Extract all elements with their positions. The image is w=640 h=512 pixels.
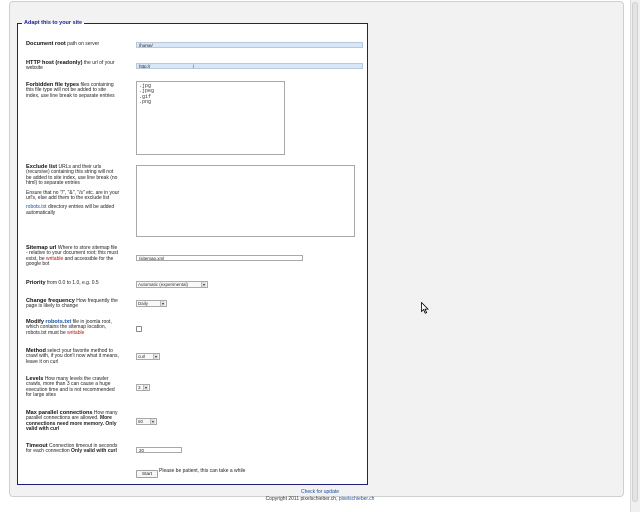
parallel-select[interactable]: 50 ▼ <box>136 418 157 425</box>
footer: Check for update <box>0 489 640 495</box>
exclude-help-2: Ensure that no "/", "&", "/s" etc. are i… <box>26 189 120 202</box>
forbidden-textarea[interactable]: .jpg .jpeg .gif .png <box>136 81 285 155</box>
changefreq-select[interactable]: Daily ▼ <box>136 300 167 307</box>
forbidden-description: Forbidden file types files containing th… <box>26 82 120 99</box>
check-update-link[interactable]: Check for update <box>301 489 339 495</box>
method-description: Method select your favorite method to cr… <box>26 348 120 365</box>
modify-description: Modify robots.txt file in joomla root, w… <box>26 319 120 336</box>
priority-selected: Automatic (experimental) <box>138 282 189 287</box>
changefreq-selected: Daily <box>138 301 149 306</box>
timeout-help-bold: Only valid with curl <box>71 448 117 455</box>
priority-description: Priority from 0.0 to 1.0, e.g. 0.5 <box>26 280 120 286</box>
exclude-description: Exclude list URLs and their urls (recurs… <box>26 164 120 216</box>
levels-select[interactable]: 3 ▼ <box>136 384 150 391</box>
priority-help: from 0.0 to 1.0, e.g. 0.5 <box>46 280 99 286</box>
changefreq-description: Change frequency How frequently the page… <box>26 298 120 310</box>
exclude-help-3: robots.txt directory entries will be add… <box>26 205 120 216</box>
mouse-pointer-icon <box>421 302 429 314</box>
parallel-selected: 50 <box>138 419 144 424</box>
host-input[interactable] <box>136 63 363 69</box>
modify-checkbox[interactable] <box>136 326 142 332</box>
parallel-description: Max parallel connections How many parall… <box>26 410 120 433</box>
site-link[interactable]: pixelschieber.ch <box>339 496 375 502</box>
sitemap-description: Sitemap url Where to store sitemap file … <box>26 245 120 268</box>
exclude-textarea[interactable] <box>136 165 355 237</box>
docroot-help: path on server <box>67 41 100 47</box>
scrollbar-thumb[interactable] <box>632 2 638 502</box>
chevron-down-icon: ▼ <box>143 385 148 390</box>
docroot-input[interactable] <box>136 42 363 48</box>
copyright-text: Copyright 2011 pixelschieber.ch, <box>265 496 339 502</box>
timeout-input[interactable] <box>136 447 182 453</box>
levels-selected: 3 <box>138 385 141 390</box>
host-description: HTTP host (readonly) the url of your web… <box>26 60 120 72</box>
fieldset-legend: Adapt this to your site <box>24 20 83 26</box>
priority-select[interactable]: Automatic (experimental) ▼ <box>136 281 208 288</box>
timeout-description: Timeout Connection timeout in seconds fo… <box>26 443 120 455</box>
chevron-down-icon: ▼ <box>150 419 155 424</box>
chevron-down-icon: ▼ <box>201 282 206 287</box>
method-select[interactable]: curl ▼ <box>136 353 160 360</box>
sitemap-input[interactable] <box>136 255 303 261</box>
start-note: Please be patient, this can take a while <box>159 468 246 474</box>
start-button[interactable]: Start <box>136 470 159 478</box>
settings-fieldset: Adapt this to your site Document root pa… <box>17 20 368 485</box>
docroot-label: Document root <box>26 41 66 47</box>
method-selected: curl <box>138 354 146 359</box>
footer-copyright: Copyright 2011 pixelschieber.ch, pixelsc… <box>0 496 640 502</box>
levels-description: Levels How many levels the crawler crawl… <box>26 376 120 399</box>
docroot-description: Document root path on server <box>26 41 120 47</box>
modify-writable: writable <box>67 329 85 336</box>
chevron-down-icon: ▼ <box>153 354 158 359</box>
vertical-scrollbar[interactable] <box>630 0 640 512</box>
chevron-down-icon: ▼ <box>160 301 165 306</box>
priority-label: Priority <box>26 280 46 286</box>
